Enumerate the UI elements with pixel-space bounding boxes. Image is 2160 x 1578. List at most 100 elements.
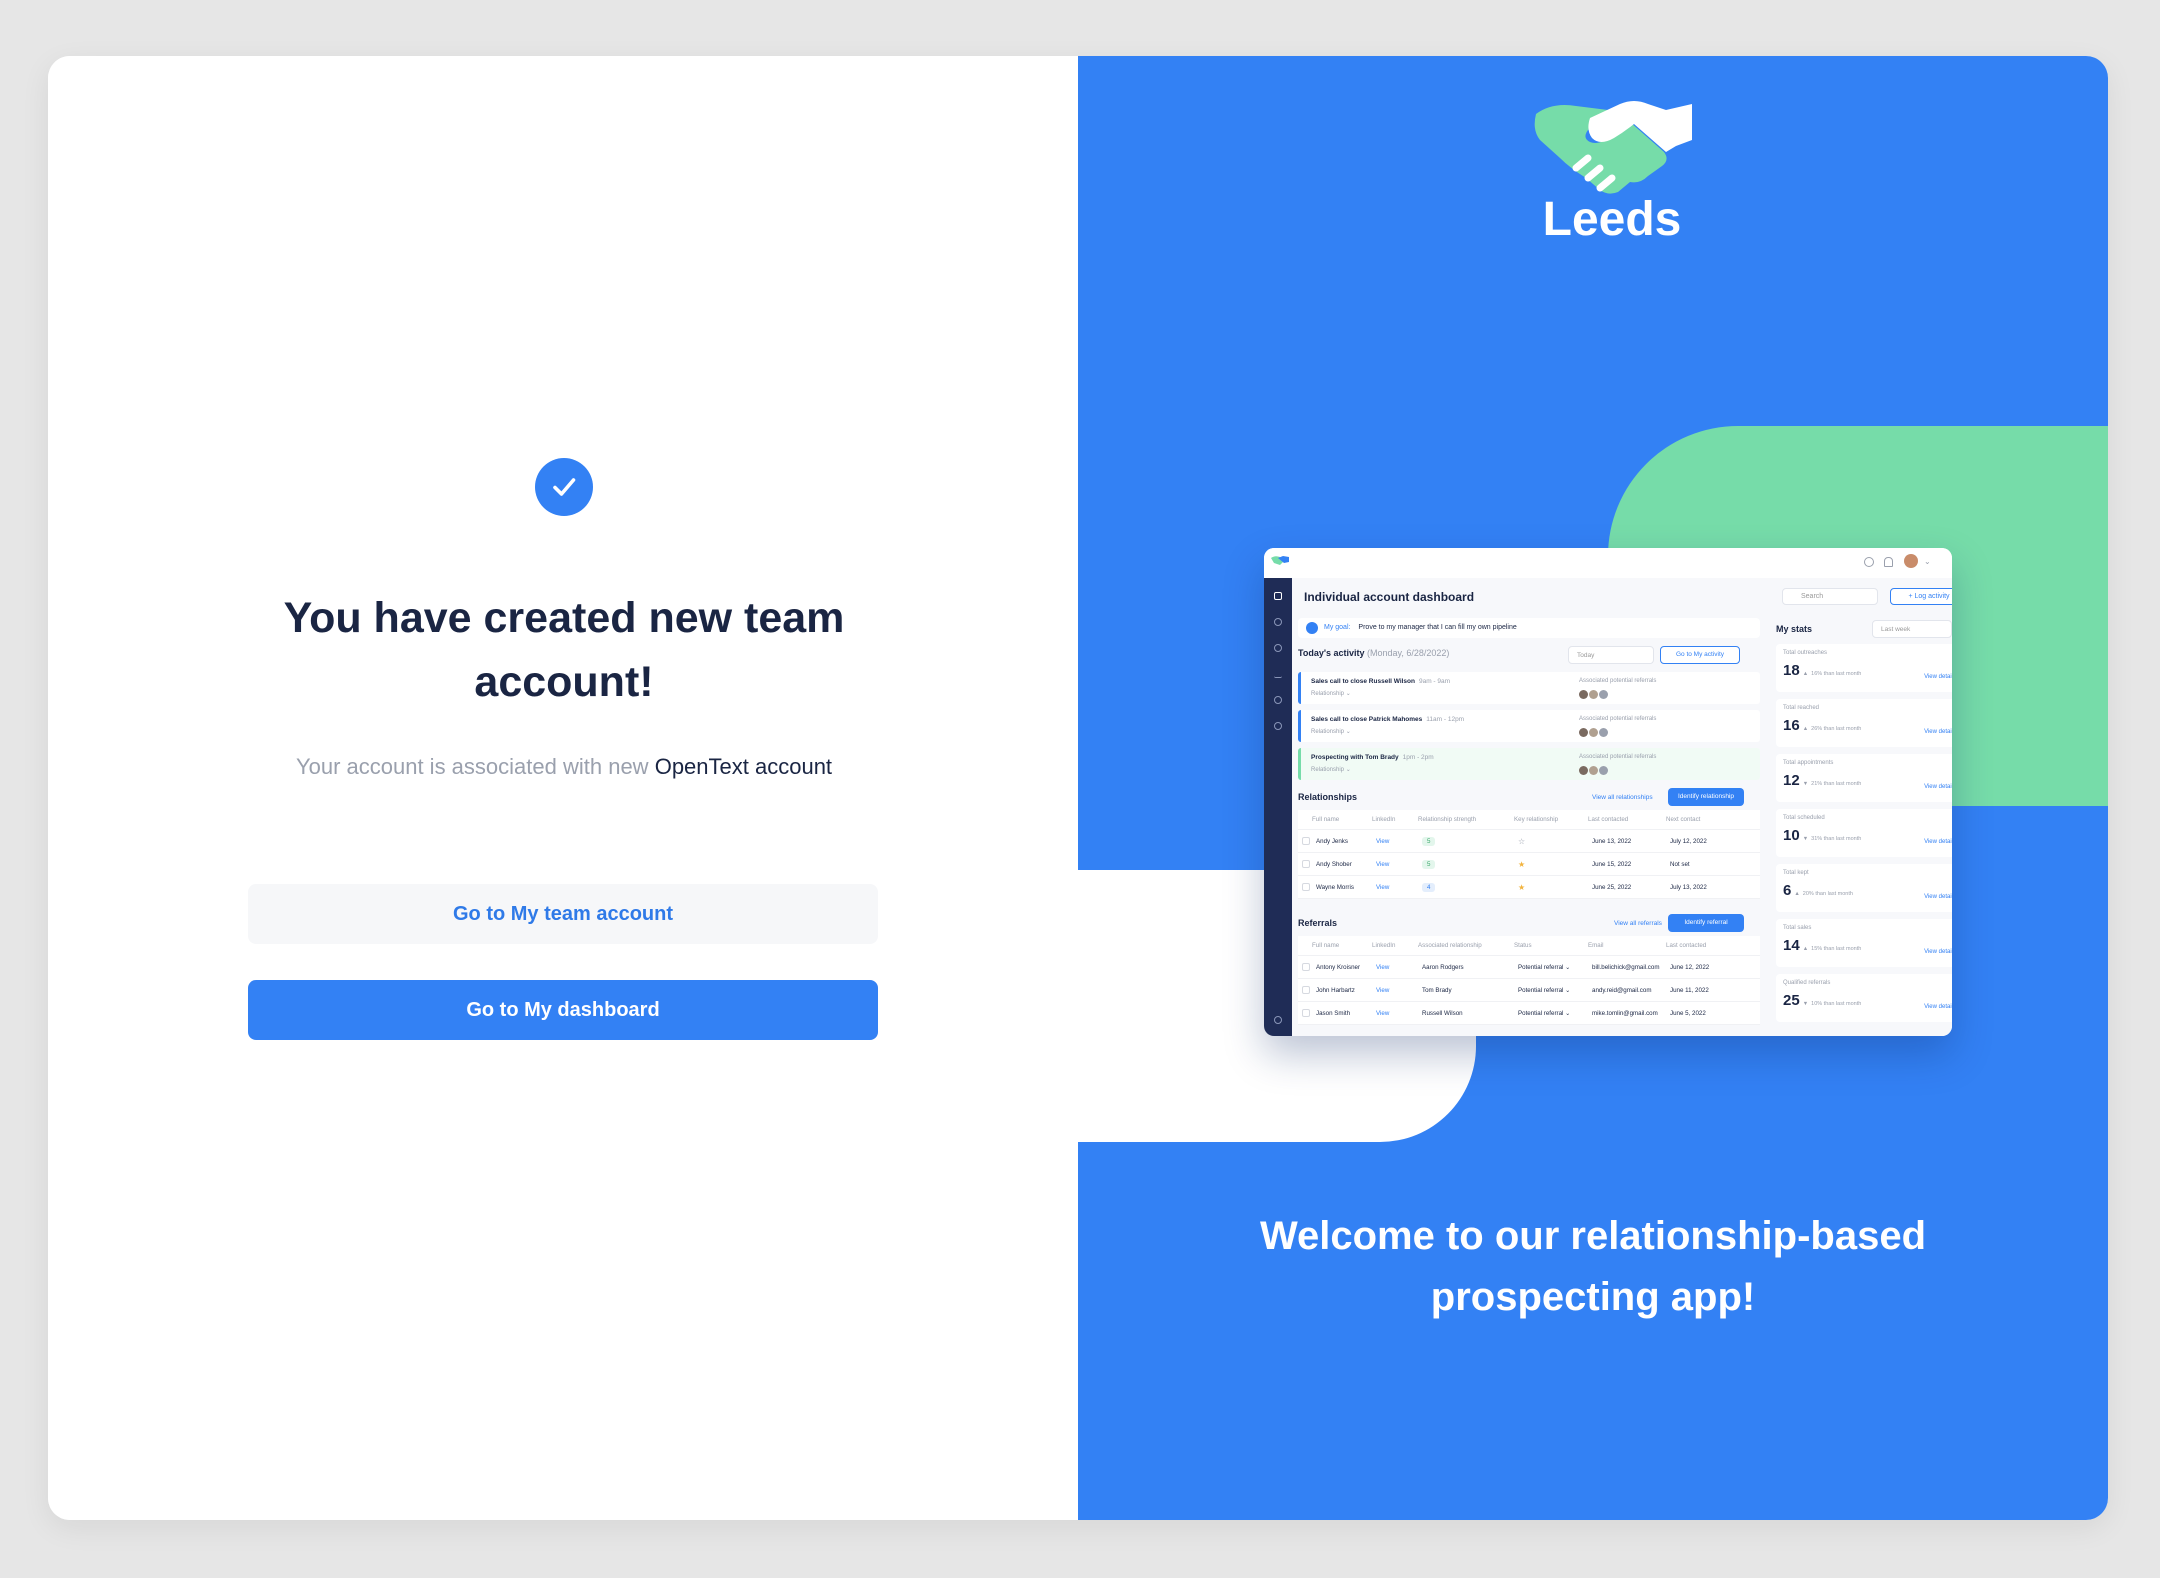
- row-checkbox[interactable]: [1302, 1009, 1310, 1017]
- activity-type: Relationship ⌄: [1311, 729, 1351, 735]
- relationship-strength[interactable]: 5: [1422, 859, 1518, 869]
- view-all-relationships-link[interactable]: View all relationships: [1592, 794, 1653, 801]
- avatar: [1589, 766, 1598, 775]
- welcome-panel: Leeds ⌄ Individual account dashboard Sea…: [1078, 56, 2108, 1520]
- table-row[interactable]: Antony Kroisner View Aaron Rodgers Potentia…: [1298, 956, 1760, 979]
- stat-delta: 21% than last month: [1811, 781, 1862, 787]
- linkedin-link[interactable]: View: [1376, 987, 1422, 994]
- identify-relationship-button[interactable]: Identify relationship: [1668, 788, 1744, 806]
- full-name: Wayne Morris: [1316, 883, 1354, 891]
- associated-label: Associated potential referrals: [1579, 754, 1657, 760]
- stats-period-select[interactable]: Last week: [1872, 620, 1952, 638]
- table-row[interactable]: Jason Smith View Russell Wilson Potential r…: [1298, 1002, 1760, 1025]
- stat-card: Total outreaches 18 ▲ 16% than last month Vi…: [1776, 644, 1952, 692]
- column-header: Next contact: [1666, 816, 1701, 823]
- stat-label: Total reached: [1783, 705, 1820, 711]
- preview-sidebar: [1264, 578, 1292, 1036]
- relationship-strength[interactable]: 4: [1422, 882, 1518, 892]
- row-checkbox[interactable]: [1302, 860, 1310, 868]
- stat-delta: 10% than last month: [1811, 1001, 1862, 1007]
- column-header: Key relationship: [1514, 816, 1559, 823]
- activity-name: Prospecting with Tom Brady: [1311, 754, 1399, 761]
- identify-referral-button[interactable]: Identify referral: [1668, 914, 1744, 932]
- star-icon[interactable]: ☆: [1518, 837, 1592, 846]
- grid-icon: [1274, 592, 1282, 600]
- relationship-strength[interactable]: 5: [1422, 836, 1518, 846]
- gear-icon: [1274, 1016, 1282, 1024]
- linkedin-link[interactable]: View: [1376, 838, 1422, 845]
- go-to-dashboard-button[interactable]: Go to My dashboard: [248, 980, 878, 1040]
- associated-relationship: Russell Wilson: [1422, 1009, 1463, 1017]
- star-icon[interactable]: ★: [1518, 883, 1592, 892]
- activity-date: (Monday, 6/28/2022): [1367, 648, 1450, 658]
- table-row[interactable]: Andy Jenks View 5 ☆ June 13, 2022 July 12, 20…: [1298, 830, 1760, 853]
- onboarding-card: You have created new team account! Your …: [48, 56, 2108, 1520]
- strength-badge: 4: [1422, 882, 1436, 892]
- arrow-up-icon: ▲: [1794, 891, 1800, 897]
- activity-title: Sales call to close Patrick Mahomes 11am …: [1311, 716, 1750, 723]
- view-details-link[interactable]: View details: [1924, 674, 1952, 680]
- linkedin-link[interactable]: View: [1376, 964, 1422, 971]
- view-details-link[interactable]: View details: [1924, 784, 1952, 790]
- full-name: Andy Shober: [1316, 860, 1352, 868]
- stat-value: 10: [1783, 827, 1800, 844]
- users-icon: [1274, 618, 1282, 626]
- goal-banner: My goal: Prove to my manager that I can …: [1298, 618, 1760, 638]
- row-checkbox[interactable]: [1302, 963, 1310, 971]
- star-icon[interactable]: ★: [1518, 860, 1592, 869]
- row-checkbox[interactable]: [1302, 986, 1310, 994]
- column-header: Relationship strength: [1418, 816, 1477, 823]
- view-details-link[interactable]: View details: [1924, 839, 1952, 845]
- clock-icon: [1274, 696, 1282, 704]
- activity-item[interactable]: Sales call to close Russell Wilson 9am - …: [1298, 672, 1760, 704]
- email: bill.belichick@gmail.com: [1592, 963, 1660, 971]
- next-contact: Not set: [1670, 860, 1690, 868]
- arrow-up-icon: ▲: [1802, 946, 1809, 952]
- activity-item[interactable]: Prospecting with Tom Brady 1pm - 2pm Relat…: [1298, 748, 1760, 780]
- table-row[interactable]: Andy Shober View 5 ★ June 15, 2022 Not set: [1298, 853, 1760, 876]
- view-details-link[interactable]: View details: [1924, 894, 1952, 900]
- view-details-link[interactable]: View details: [1924, 729, 1952, 735]
- full-name: Jason Smith: [1316, 1009, 1351, 1017]
- stat-value: 16: [1783, 717, 1800, 734]
- bell-icon: [1884, 557, 1893, 567]
- stat-card: Total kept 6 ▲ 20% than last month View deta…: [1776, 864, 1952, 912]
- activity-type: Relationship ⌄: [1311, 691, 1351, 697]
- column-header: Last contacted: [1666, 942, 1707, 949]
- linkedin-link[interactable]: View: [1376, 1010, 1422, 1017]
- referral-status[interactable]: Potential referral ⌄: [1518, 987, 1592, 994]
- linkedin-link[interactable]: View: [1376, 884, 1422, 891]
- next-contact: July 12, 2022: [1670, 837, 1707, 845]
- stat-value: 14: [1783, 937, 1800, 954]
- view-details-link[interactable]: View details: [1924, 1004, 1952, 1010]
- stat-label: Total kept: [1783, 870, 1809, 876]
- stat-delta: 20% than last month: [1802, 891, 1853, 897]
- table-row[interactable]: Wayne Morris View 4 ★ June 25, 2022 July 13, …: [1298, 876, 1760, 899]
- activity-title: Today's activity: [1298, 648, 1365, 658]
- view-details-link[interactable]: View details: [1924, 949, 1952, 955]
- view-all-referrals-link[interactable]: View all referrals: [1614, 920, 1662, 927]
- referral-status[interactable]: Potential referral ⌄: [1518, 964, 1592, 971]
- activity-date-select[interactable]: Today: [1568, 646, 1654, 664]
- go-to-team-account-button[interactable]: Go to My team account: [248, 884, 878, 944]
- arrow-down-icon: ▼: [1802, 836, 1809, 842]
- last-contacted: June 5, 2022: [1670, 1009, 1706, 1017]
- stat-card: Total sales 14 ▲ 15% than last month View de…: [1776, 919, 1952, 967]
- confirmation-subtitle: Your account is associated with new Open…: [198, 754, 930, 780]
- column-header: Full name: [1312, 816, 1340, 823]
- log-activity-button[interactable]: + Log activity: [1890, 588, 1952, 605]
- row-checkbox[interactable]: [1302, 837, 1310, 845]
- linkedin-link[interactable]: View: [1376, 861, 1422, 868]
- circle-icon: [1274, 644, 1282, 652]
- table-row[interactable]: John Harbartz View Tom Brady Potential refe…: [1298, 979, 1760, 1002]
- go-to-activity-button[interactable]: Go to My activity: [1660, 646, 1740, 664]
- arrow-up-icon: ▲: [1802, 726, 1809, 732]
- email: mike.tomlin@gmail.com: [1592, 1009, 1658, 1017]
- avatar: [1589, 690, 1598, 699]
- activity-item[interactable]: Sales call to close Patrick Mahomes 11am …: [1298, 710, 1760, 742]
- subtitle-text: Your account is associated with new: [295, 754, 649, 779]
- referral-status[interactable]: Potential referral ⌄: [1518, 1010, 1592, 1017]
- avatar: [1599, 766, 1608, 775]
- search-input[interactable]: Search: [1782, 588, 1878, 605]
- row-checkbox[interactable]: [1302, 883, 1310, 891]
